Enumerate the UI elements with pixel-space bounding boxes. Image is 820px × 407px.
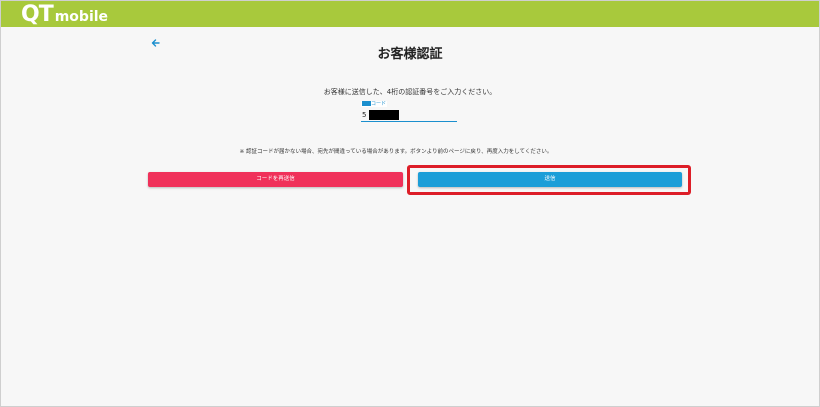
qtmobile-logo[interactable]: Q Tmobile <box>21 2 108 26</box>
instruction-text: お客様に送信した、4桁の認証番号をご入力ください。 <box>323 88 497 96</box>
send-button[interactable]: 送信 <box>418 172 682 187</box>
resend-code-button[interactable]: コードを再送信 <box>148 172 403 187</box>
code-field-label: コード <box>361 101 388 107</box>
logo-mobile-text: mobile <box>54 9 109 25</box>
label-redaction <box>362 101 371 106</box>
verification-code-field[interactable]: コード <box>361 101 457 123</box>
code-label-text: コード <box>371 101 387 107</box>
top-header: Q Tmobile <box>1 1 819 27</box>
logo-t: T <box>38 2 54 27</box>
page-title: お客様認証 <box>377 47 443 62</box>
notice-text: ※ 認証コードが届かない場合、宛先が間違っている場合があります。ボタンより前のペ… <box>239 149 553 155</box>
code-redaction <box>369 110 399 120</box>
logo-q: Q <box>21 2 40 27</box>
app-frame: Q Tmobile お客様認証 お客様に送信した、4桁の認証番号をご入力ください。… <box>0 0 820 407</box>
